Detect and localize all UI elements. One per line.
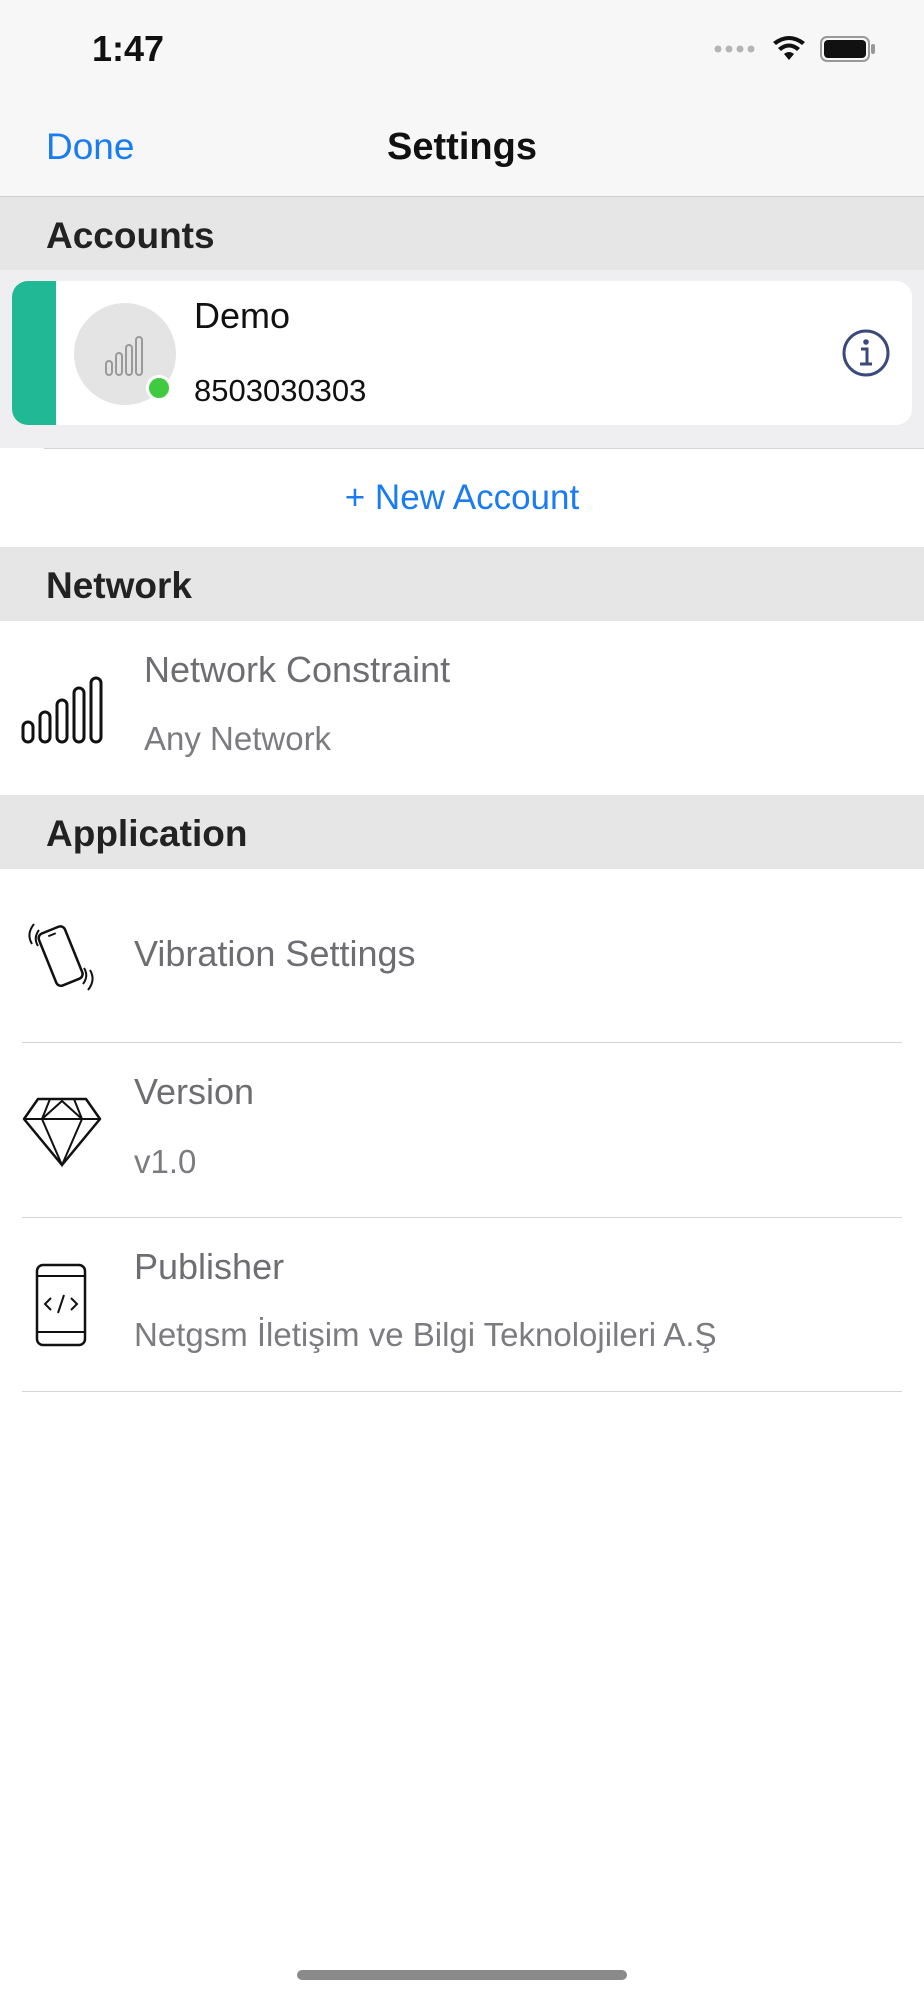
version-value: v1.0 bbox=[134, 1143, 197, 1180]
publisher-value: Netgsm İletişim ve Bilgi Teknolojileri A… bbox=[134, 1316, 717, 1353]
account-number: 8503030303 bbox=[194, 373, 367, 408]
section-title-accounts: Accounts bbox=[46, 215, 215, 256]
status-icons bbox=[714, 34, 876, 64]
status-time: 1:47 bbox=[92, 28, 165, 69]
publisher-title: Publisher bbox=[134, 1246, 285, 1287]
section-header-network: Network bbox=[0, 547, 924, 621]
account-color-stripe bbox=[12, 281, 56, 425]
diamond-icon bbox=[22, 1097, 102, 1168]
battery-icon bbox=[820, 36, 875, 62]
divider bbox=[22, 1391, 902, 1392]
vibration-settings-row[interactable]: Vibration Settings bbox=[0, 869, 924, 1042]
account-name: Demo bbox=[194, 295, 291, 336]
section-title-network: Network bbox=[46, 565, 192, 606]
navigation-bar: Done Settings bbox=[0, 100, 924, 197]
vibrating-phone-icon bbox=[28, 923, 94, 991]
wifi-icon bbox=[773, 36, 805, 60]
network-constraint-row[interactable]: Network Constraint Any Network bbox=[0, 621, 924, 795]
section-header-accounts: Accounts bbox=[0, 197, 924, 271]
version-row[interactable]: Version v1.0 bbox=[0, 1043, 924, 1217]
section-header-application: Application bbox=[0, 795, 924, 869]
network-constraint-title: Network Constraint bbox=[144, 649, 451, 690]
status-bar: 1:47 bbox=[0, 0, 924, 100]
network-constraint-value: Any Network bbox=[144, 720, 332, 757]
new-account-button[interactable]: + New Account bbox=[0, 449, 924, 547]
phone-code-icon bbox=[35, 1263, 87, 1347]
vibration-settings-title: Vibration Settings bbox=[134, 933, 416, 974]
publisher-row[interactable]: Publisher Netgsm İletişim ve Bilgi Tekno… bbox=[0, 1218, 924, 1391]
network-signal-icon bbox=[21, 676, 103, 744]
page-title: Settings bbox=[387, 126, 537, 168]
home-indicator[interactable] bbox=[297, 1970, 627, 1980]
version-title: Version bbox=[134, 1071, 255, 1112]
signal-dots-icon bbox=[714, 45, 755, 53]
section-title-application: Application bbox=[46, 813, 248, 854]
online-status-dot bbox=[146, 375, 172, 401]
account-card[interactable]: Demo 8503030303 bbox=[12, 281, 912, 425]
info-icon[interactable] bbox=[840, 327, 892, 379]
